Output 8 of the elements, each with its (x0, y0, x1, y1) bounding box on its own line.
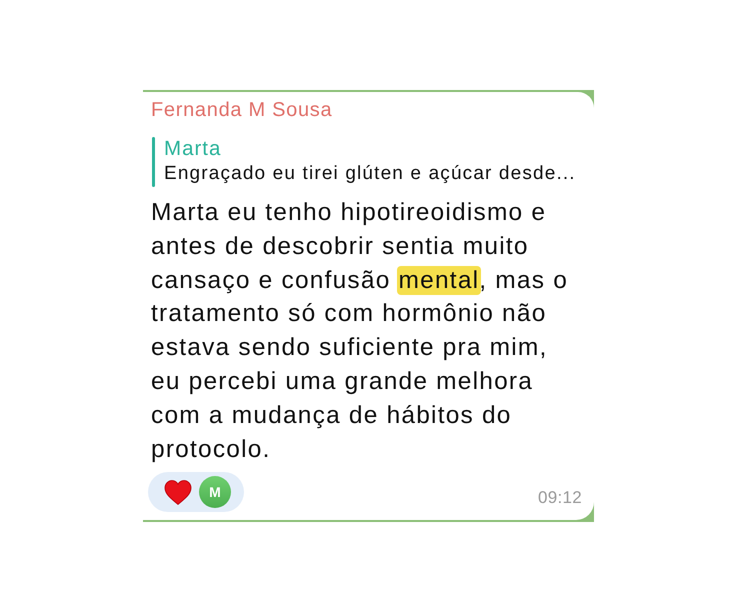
sender-name: Fernanda M Sousa (151, 98, 332, 122)
reply-quote[interactable]: Marta Engraçado eu tirei glúten e açúcar desde... (152, 137, 576, 187)
message-time: 09:12 (538, 488, 582, 508)
reply-text: Engraçado eu tirei glúten e açúcar desde... (164, 162, 576, 186)
heart-icon (164, 480, 192, 504)
reply-author: Marta (164, 137, 222, 161)
message-text: Marta eu tenho hipotireoidismo e antes de descobrir sentia muito cansaço e confusão mental, mas o tratamento só com hormônio não estava sendo suficiente pra mim, eu percebi uma grande melhora com a mudança de hábitos do protocolo. (151, 198, 570, 465)
avatar: M (199, 476, 231, 508)
